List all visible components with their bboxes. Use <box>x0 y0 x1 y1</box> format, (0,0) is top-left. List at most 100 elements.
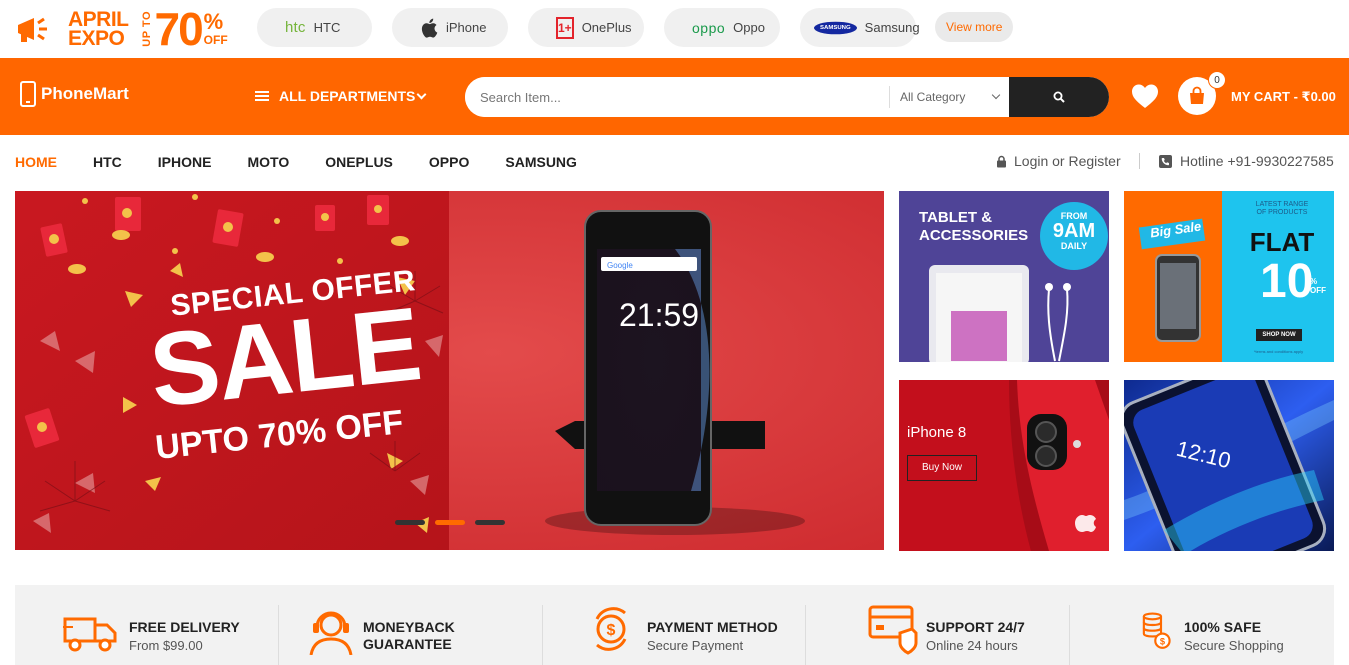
heart-icon <box>1132 84 1158 108</box>
feature-subtitle: GUARANTEE <box>363 636 452 652</box>
hero-slider[interactable]: SPECIAL OFFER SALE UPTO 70% OFF Google 2… <box>15 191 884 550</box>
big-sale-flat: FLAT <box>1249 227 1315 257</box>
wishlist-button[interactable] <box>1131 83 1159 114</box>
feature-free-delivery: FREE DELIVERY From $99.00 <box>63 605 240 656</box>
site-name: PhoneMart <box>41 84 129 103</box>
tablet-title: TABLET & ACCESSORIES <box>919 209 1028 245</box>
main-nav: HOME HTC IPHONE MOTO ONEPLUS OPPO SAMSUN… <box>15 154 613 170</box>
banner-iphone-8[interactable]: iPhone 8 Buy Now <box>899 380 1109 551</box>
big-sale-sub-1: LATEST RANGE <box>1255 201 1309 208</box>
slide-artwork <box>15 191 884 550</box>
tablet-badge: FROM 9AM DAILY <box>1042 211 1106 251</box>
feature-title: FREE DELIVERY <box>129 619 240 635</box>
feature-payment-method: $ PAYMENT METHOD Secure Payment <box>591 605 778 656</box>
login-register-link[interactable]: Login or Register <box>996 153 1121 169</box>
april-expo-banner[interactable]: APRIL EXPO UP TO 70 % OFF <box>14 6 228 52</box>
nav-item-home[interactable]: HOME <box>15 154 57 170</box>
phone-google-bar: Google <box>607 261 633 270</box>
cart-count-badge: 0 <box>1208 71 1226 89</box>
nav-item-htc[interactable]: HTC <box>93 154 122 170</box>
nav-item-iphone[interactable]: IPHONE <box>158 154 212 170</box>
site-logo[interactable]: PhoneMart <box>20 81 129 107</box>
tablet-title-line-1: TABLET & <box>919 209 993 226</box>
search-button[interactable] <box>1009 77 1109 117</box>
feature-subtitle: Secure Shopping <box>1184 638 1284 653</box>
divider <box>542 605 543 665</box>
coins-icon: $ <box>1142 612 1171 649</box>
big-sale-number: 10 <box>1260 255 1314 308</box>
menu-icon <box>255 89 269 103</box>
category-value: All Category <box>900 90 966 104</box>
feature-subtitle: From $99.00 <box>129 638 203 653</box>
nav-item-moto[interactable]: MOTO <box>247 154 289 170</box>
truck-icon <box>63 617 117 652</box>
off-text: OFF <box>203 33 228 47</box>
divider <box>805 605 806 665</box>
nav-item-samsung[interactable]: SAMSUNG <box>505 154 577 170</box>
view-more-button[interactable]: View more <box>935 12 1014 42</box>
big-sale-shop-now[interactable]: SHOP NOW <box>1256 329 1302 341</box>
brand-pill-iphone[interactable]: iPhone <box>392 8 508 47</box>
feature-safe: $ 100% SAFE Secure Shopping <box>1141 605 1284 656</box>
feature-title: MONEYBACK <box>363 619 455 635</box>
category-select[interactable]: All Category <box>889 86 1009 108</box>
nav-item-oneplus[interactable]: ONEPLUS <box>325 154 393 170</box>
brand-label: HTC <box>313 20 341 35</box>
feature-title: SUPPORT 24/7 <box>926 619 1025 635</box>
slider-dot[interactable] <box>395 520 425 525</box>
brand-pill-samsung[interactable]: SAMSUNG Samsung <box>800 8 920 47</box>
shopping-bag-icon <box>1190 86 1204 104</box>
svg-text:$: $ <box>1160 636 1166 646</box>
banner-phone-lockscreen[interactable]: 12:10 <box>1124 380 1334 551</box>
all-departments-button[interactable]: ALL DEPARTMENTS <box>255 88 427 104</box>
samsung-logo: SAMSUNG <box>814 21 857 34</box>
support-headset-icon <box>309 611 353 655</box>
nav-item-oppo[interactable]: OPPO <box>429 154 469 170</box>
feature-title: PAYMENT METHOD <box>647 619 778 635</box>
brand-pill-oneplus[interactable]: 1+ OnePlus <box>528 8 644 47</box>
phone-clock: 21:59 <box>619 297 700 333</box>
buy-now-button[interactable]: Buy Now <box>907 455 977 481</box>
divider <box>1069 605 1070 665</box>
big-sale-terms: *terms and conditions apply <box>1254 349 1304 354</box>
percent-sign: % <box>203 9 224 34</box>
cart-label[interactable]: MY CART - ₹0.00 <box>1231 89 1336 105</box>
brand-label: Oppo <box>733 20 765 35</box>
oneplus-logo: 1+ <box>556 16 574 39</box>
feature-support: SUPPORT 24/7 Online 24 hours <box>868 605 1025 656</box>
search-input[interactable] <box>465 77 889 117</box>
search-bar: All Category <box>465 77 1109 117</box>
hotline: Hotline +91-9930227585 <box>1159 153 1334 169</box>
tablet-title-line-2: ACCESSORIES <box>919 227 1029 244</box>
brand-pill-oppo[interactable]: oppo Oppo <box>664 8 780 47</box>
iphone-title: iPhone 8 <box>907 424 967 441</box>
feature-title: 100% SAFE <box>1184 619 1262 635</box>
brand-label: Samsung <box>864 20 920 35</box>
divider <box>1139 153 1140 169</box>
slider-dot[interactable] <box>475 520 505 525</box>
phone-square-icon <box>1159 154 1172 168</box>
april-expo-text: APRIL EXPO <box>68 9 129 50</box>
divider <box>278 605 279 665</box>
phone-icon <box>20 81 36 107</box>
percent-value: 70 <box>154 3 204 55</box>
big-sale-percent: % OFF <box>1310 277 1326 295</box>
brand-label: OnePlus <box>581 20 632 35</box>
feature-subtitle: Secure Payment <box>647 638 744 653</box>
slider-dot-active[interactable] <box>435 520 465 525</box>
banner-big-sale[interactable]: Big Sale LATEST RANGE OF PRODUCTS FLAT 1… <box>1124 191 1334 362</box>
brand-pill-htc[interactable]: htc HTC <box>257 8 372 47</box>
badge-daily: DAILY <box>1060 241 1088 251</box>
slider-pagination <box>395 520 515 525</box>
big-sale-sub-2: OF PRODUCTS <box>1256 209 1308 216</box>
megaphone-icon <box>18 17 47 42</box>
big-sale-subtitle: LATEST RANGE OF PRODUCTS <box>1232 201 1332 217</box>
main-header: PhoneMart ALL DEPARTMENTS All Category 0… <box>0 58 1349 135</box>
lock-icon <box>997 155 1006 167</box>
top-promo-bar: APRIL EXPO UP TO 70 % OFF htc HTC iPhone… <box>0 0 1349 58</box>
brand-label: iPhone <box>446 20 487 35</box>
feature-subtitle: Online 24 hours <box>926 638 1018 653</box>
expo-line-2: EXPO <box>68 27 125 50</box>
banner-tablet-accessories[interactable]: TABLET & ACCESSORIES FROM 9AM DAILY <box>899 191 1109 362</box>
svg-text:$: $ <box>607 622 616 639</box>
